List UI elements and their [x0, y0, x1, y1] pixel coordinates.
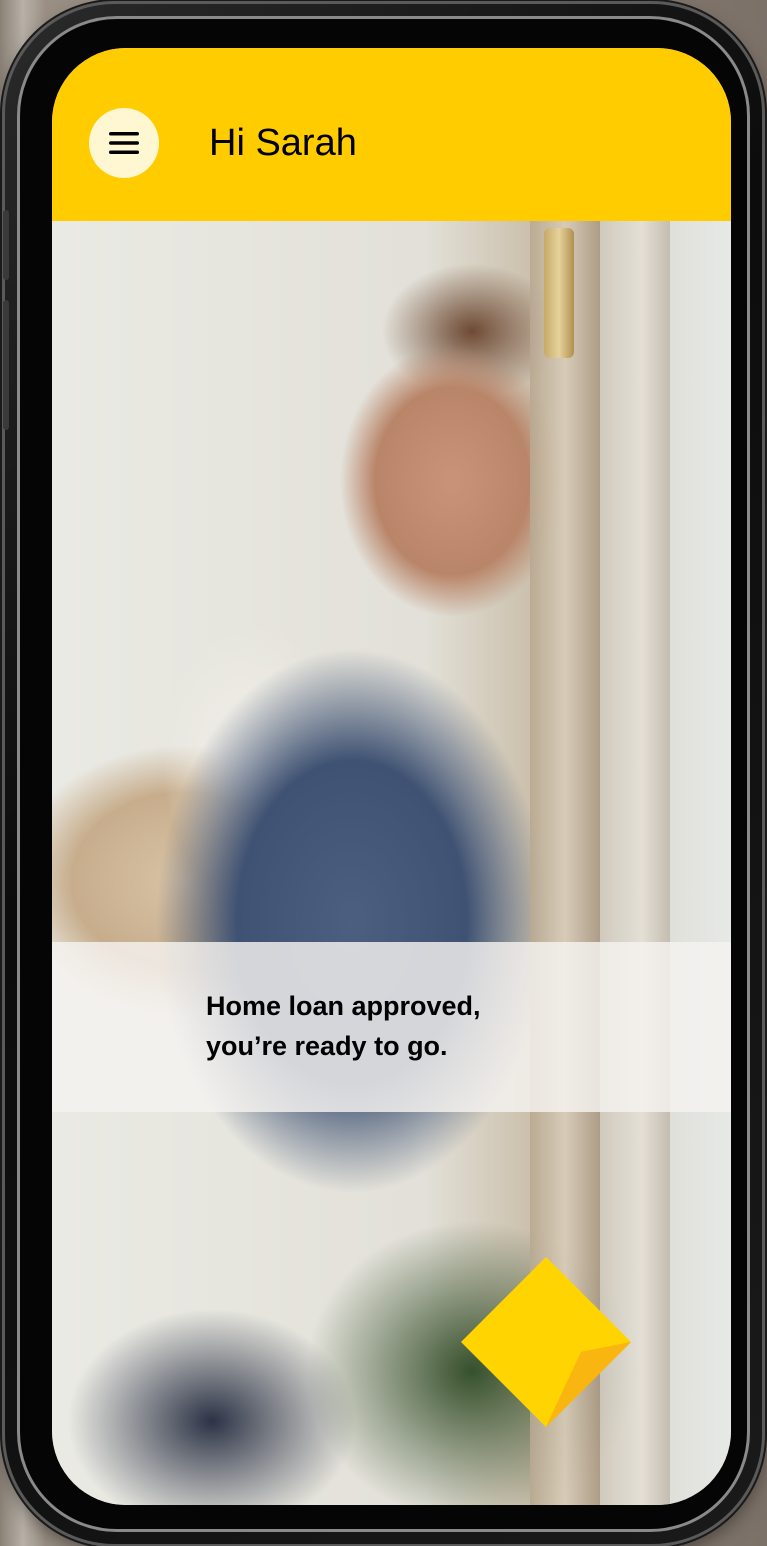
phone-side-button-middle [3, 300, 9, 430]
phone-screen: Hi Sarah Home loan approved, you’re read… [52, 48, 731, 1505]
phone-side-button-top [3, 210, 9, 280]
menu-button[interactable] [89, 108, 159, 178]
commbank-diamond-logo-icon [461, 1257, 631, 1427]
banner-line-2: you’re ready to go. [206, 1031, 448, 1061]
app-header: Hi Sarah [52, 48, 731, 221]
notification-banner[interactable]: Home loan approved, you’re ready to go. [52, 942, 731, 1112]
hamburger-menu-icon [109, 132, 139, 154]
greeting-title: Hi Sarah [209, 122, 357, 164]
door-hinge [544, 228, 574, 358]
banner-line-1: Home loan approved, [206, 991, 481, 1021]
banner-message: Home loan approved, you’re ready to go. [206, 986, 626, 1066]
